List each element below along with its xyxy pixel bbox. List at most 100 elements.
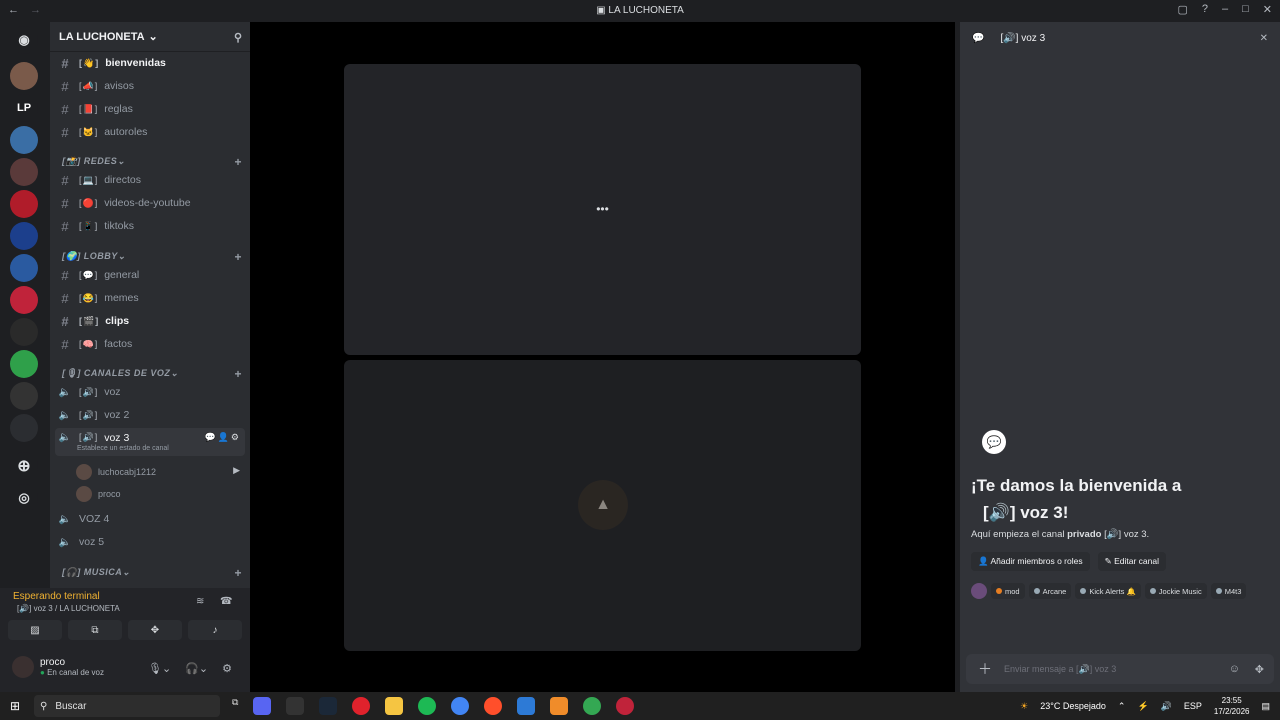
channel-item[interactable]: # [📱] tiktoks [55,216,245,236]
taskbar-search[interactable]: ⚲ Buscar [34,695,220,717]
video-tile-2[interactable]: ▲ [344,360,861,651]
noise-suppression-icon[interactable]: ≋ [196,596,204,607]
invite-people-icon[interactable]: ⚲ [234,31,242,44]
server-icon[interactable] [10,254,38,282]
server-icon[interactable] [10,382,38,410]
server-icon[interactable] [10,318,38,346]
microphone-icon[interactable]: 🎙⌄ [148,662,171,675]
store-app-icon[interactable] [517,697,536,715]
language-indicator[interactable]: ESP [1184,701,1202,711]
emoji-icon[interactable]: ☺ [1229,663,1240,675]
discord-app-icon[interactable] [253,697,272,715]
user-info[interactable]: proco ● En canal de voz [12,656,104,678]
server-icon[interactable] [10,158,38,186]
channel-item[interactable]: # [🧠] factos [55,334,245,354]
channel-item[interactable]: # [💬] general [55,265,245,285]
category-header[interactable]: [🎧] MUSICA ⌄ + [62,566,242,580]
spotify-app-icon[interactable] [418,697,437,715]
plus-icon[interactable]: ＋ [978,659,992,679]
opera-app-icon[interactable] [352,697,371,715]
volume-icon[interactable]: 🔊 [1161,701,1172,712]
add-channel-icon[interactable]: + [234,250,242,264]
close-icon[interactable]: ✕ [1260,33,1268,44]
task-view-icon[interactable]: ⧉ [232,697,238,715]
voice-channel-item[interactable]: 🔈 VOZ 4 [55,509,245,529]
disconnect-icon[interactable]: ☎ [220,596,232,607]
video-tile-1[interactable]: ••• [344,64,861,355]
voice-channel-item[interactable]: 🔈 [🔊] voz 2 [55,405,245,425]
voice-channel-item[interactable]: 🔈 voz 5 [55,532,245,552]
role-chip[interactable]: Arcane [1028,583,1072,599]
add-server-icon[interactable]: ⊕ [10,452,38,480]
message-input[interactable]: ＋ Enviar mensaje a [🔊] voz 3 ☺ ✥ [966,654,1274,684]
explore-icon[interactable]: ◎ [10,484,38,512]
weather-text[interactable]: 23°C Despejado [1040,701,1106,711]
close-button[interactable]: ✕ [1263,3,1272,16]
discord-home-icon[interactable]: ◉ [10,26,38,54]
clock[interactable]: 23:55 17/2/2026 [1214,695,1250,717]
notifications-icon[interactable]: ▤ [1261,701,1270,712]
server-icon[interactable] [10,286,38,314]
add-channel-icon[interactable]: + [234,155,242,169]
app-icon[interactable] [550,697,569,715]
headphones-icon[interactable]: 🎧⌄ [185,662,208,675]
channel-item[interactable]: # [🐱] autoroles [55,122,245,142]
cmd-app-icon[interactable] [286,697,305,715]
maximize-button[interactable]: □ [1242,3,1249,16]
chevron-up-icon[interactable]: ⌃ [1118,701,1126,712]
channel-item[interactable]: # [👋] bienvenidas [55,53,245,73]
channel-item[interactable]: # [💻] directos [55,170,245,190]
channel-name: voz 5 [79,536,105,548]
server-icon[interactable] [10,126,38,154]
category-header[interactable]: [🎙] CANALES DE VOZ ⌄ + [62,367,242,381]
channel-status[interactable]: Establece un estado de canal [77,445,169,452]
voice-location[interactable]: [🔊] voz 3 / LA LUCHONETA [17,604,120,613]
channel-item[interactable]: # [📣] avisos [55,76,245,96]
channel-item[interactable]: # [😂] memes [55,288,245,308]
settings-gear-icon[interactable]: ⚙ [222,662,232,675]
chrome-app-icon[interactable] [451,697,470,715]
guild-header[interactable]: LA LUCHONETA ⌄ ⚲ [50,22,250,52]
role-chip[interactable]: mod [991,583,1025,599]
ea-app-icon[interactable] [484,697,503,715]
chrome-app-icon[interactable] [583,697,602,715]
server-icon[interactable] [10,350,38,378]
role-chip[interactable]: Jockie Music [1144,583,1207,599]
file-explorer-icon[interactable] [385,697,404,715]
category-header[interactable]: [🌍] LOBBY ⌄ + [62,250,242,264]
inbox-icon[interactable]: ▢ [1177,3,1187,16]
voice-connection-status[interactable]: Esperando terminal [13,591,100,602]
voice-channel-item[interactable]: 🔈 [🔊] voz 3 Establece un estado de canal 💬👤⚙ [55,428,245,456]
voice-channel-actions[interactable]: 💬👤⚙ [205,432,241,443]
apps-icon[interactable]: ✥ [1255,663,1264,676]
server-icon[interactable]: LP [10,94,38,122]
channel-item[interactable]: # [🎬] clips [55,311,245,331]
minimize-button[interactable]: – [1222,3,1228,16]
voice-member[interactable]: proco [76,486,121,502]
steam-app-icon[interactable] [319,697,338,715]
network-icon[interactable]: ⚡ [1137,701,1148,712]
add-channel-icon[interactable]: + [234,367,242,381]
add-members-button[interactable]: 👤 Añadir miembros o roles [971,552,1090,571]
share-screen-button[interactable]: ⧉ [68,620,122,640]
server-icon[interactable] [10,190,38,218]
channel-item[interactable]: # [🔴] videos-de-youtube [55,193,245,213]
role-chip[interactable]: M4t3 [1210,583,1247,599]
channel-emoji-prefix: [😂] [79,292,99,303]
role-chip[interactable]: Kick Alerts 🔔 [1075,583,1141,599]
windows-start-icon[interactable]: ⊞ [10,699,20,713]
help-icon[interactable]: ? [1202,3,1208,16]
activities-button[interactable]: ✥ [128,620,182,640]
app-icon[interactable] [616,697,635,715]
edit-channel-button[interactable]: ✎ Editar canal [1097,552,1166,571]
category-header[interactable]: [📸] REDES ⌄ + [62,155,242,169]
server-icon[interactable] [10,414,38,442]
voice-channel-item[interactable]: 🔈 [🔊] voz [55,382,245,402]
add-channel-icon[interactable]: + [234,566,242,580]
channel-item[interactable]: # [📕] reglas [55,99,245,119]
soundboard-button[interactable]: ♪ [188,620,242,640]
server-icon[interactable] [10,62,38,90]
server-icon[interactable] [10,222,38,250]
voice-member[interactable]: luchocabj1212 [76,464,156,480]
camera-off-button[interactable]: ▨ [8,620,62,640]
